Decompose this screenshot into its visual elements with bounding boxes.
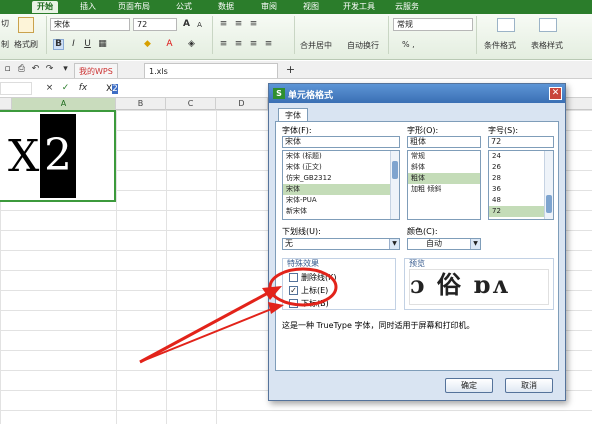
arrow-line	[139, 291, 269, 364]
arrow-line	[139, 307, 275, 363]
annotation-overlay	[139, 267, 338, 364]
arrow-head	[268, 302, 284, 314]
